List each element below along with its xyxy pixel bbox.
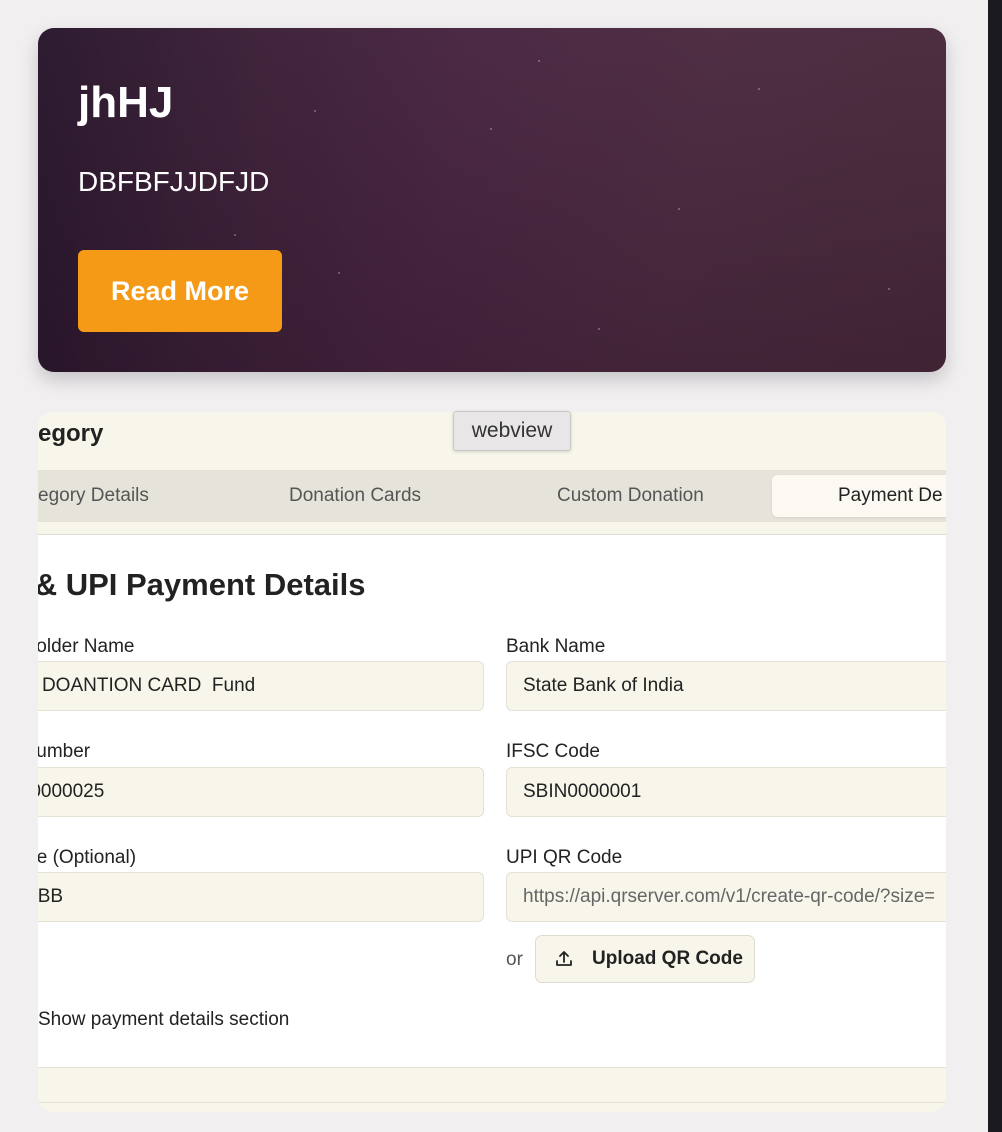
account-number-label: : Number (38, 741, 91, 762)
account-holder-label: : Holder Name (38, 636, 135, 657)
upi-qr-label: UPI QR Code (506, 847, 623, 868)
tab-category-details[interactable]: egory Details (38, 470, 149, 522)
bank-name-input[interactable] (506, 661, 946, 711)
upload-icon (556, 951, 572, 966)
show-payment-details-checkbox[interactable]: Show payment details section (38, 1009, 289, 1031)
tab-payment-details[interactable]: Payment De (772, 475, 946, 517)
card-footer (38, 1067, 946, 1103)
upload-button-label: Upload QR Code (592, 948, 743, 969)
account-number-input[interactable] (38, 767, 484, 817)
tab-bar: egory Details Donation Cards Custom Dona… (38, 470, 946, 522)
window-edge (988, 0, 1002, 1132)
ifsc-label: IFSC Code (506, 741, 600, 762)
payment-details-panel: < & UPI Payment Details : Holder Name Ba… (38, 535, 946, 1067)
upi-code-label: 'ode (Optional) (38, 847, 137, 868)
hero-title: jhHJ (78, 78, 174, 127)
account-holder-input[interactable] (38, 661, 484, 711)
bank-name-label: Bank Name (506, 636, 606, 657)
webview-tooltip: webview (453, 411, 571, 451)
category-admin-card: egory egory Details Donation Cards Custo… (38, 412, 946, 1112)
hero-subtitle: DBFBFJJDFJD (78, 166, 270, 197)
upi-code-input[interactable] (38, 872, 484, 922)
section-title: < & UPI Payment Details (38, 567, 366, 602)
tab-donation-cards[interactable]: Donation Cards (289, 470, 421, 522)
read-more-button[interactable]: Read More (78, 250, 282, 332)
tab-custom-donation[interactable]: Custom Donation (557, 470, 704, 522)
upload-qr-code-button[interactable]: Upload QR Code (535, 935, 755, 983)
ifsc-input[interactable] (506, 767, 946, 817)
or-separator: or (506, 949, 523, 970)
upi-qr-url-input[interactable] (506, 872, 946, 922)
hero-banner: jhHJ DBFBFJJDFJD Read More (38, 28, 946, 372)
